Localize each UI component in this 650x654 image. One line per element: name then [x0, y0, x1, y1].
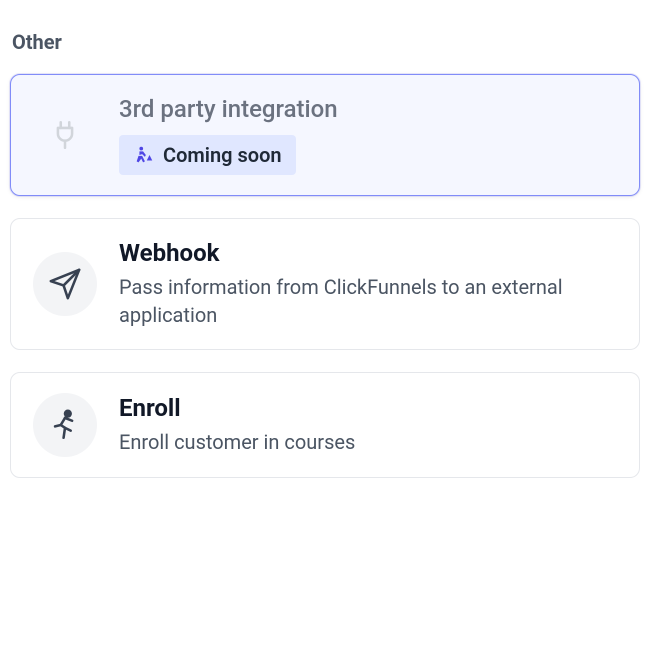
card-enroll[interactable]: Enroll Enroll customer in courses [10, 372, 640, 478]
section-other: Other 3rd party integration [10, 30, 640, 478]
construction-icon [133, 144, 155, 166]
section-title: Other [10, 30, 640, 54]
card-title: Enroll [119, 394, 355, 422]
card-webhook[interactable]: Webhook Pass information from ClickFunne… [10, 218, 640, 350]
card-list: 3rd party integration Coming soon [10, 74, 640, 478]
card-body: 3rd party integration Coming soon [119, 95, 338, 175]
plug-icon [33, 103, 97, 167]
paper-plane-icon [33, 252, 97, 316]
card-body: Enroll Enroll customer in courses [119, 394, 355, 456]
card-desc: Pass information from ClickFunnels to an… [119, 273, 617, 329]
card-body: Webhook Pass information from ClickFunne… [119, 239, 617, 329]
card-3rd-party-integration[interactable]: 3rd party integration Coming soon [10, 74, 640, 196]
card-desc: Enroll customer in courses [119, 428, 355, 456]
card-title: 3rd party integration [119, 95, 338, 123]
running-person-icon [33, 393, 97, 457]
badge-text: Coming soon [163, 143, 282, 167]
card-title: Webhook [119, 239, 617, 267]
coming-soon-badge: Coming soon [119, 135, 296, 175]
